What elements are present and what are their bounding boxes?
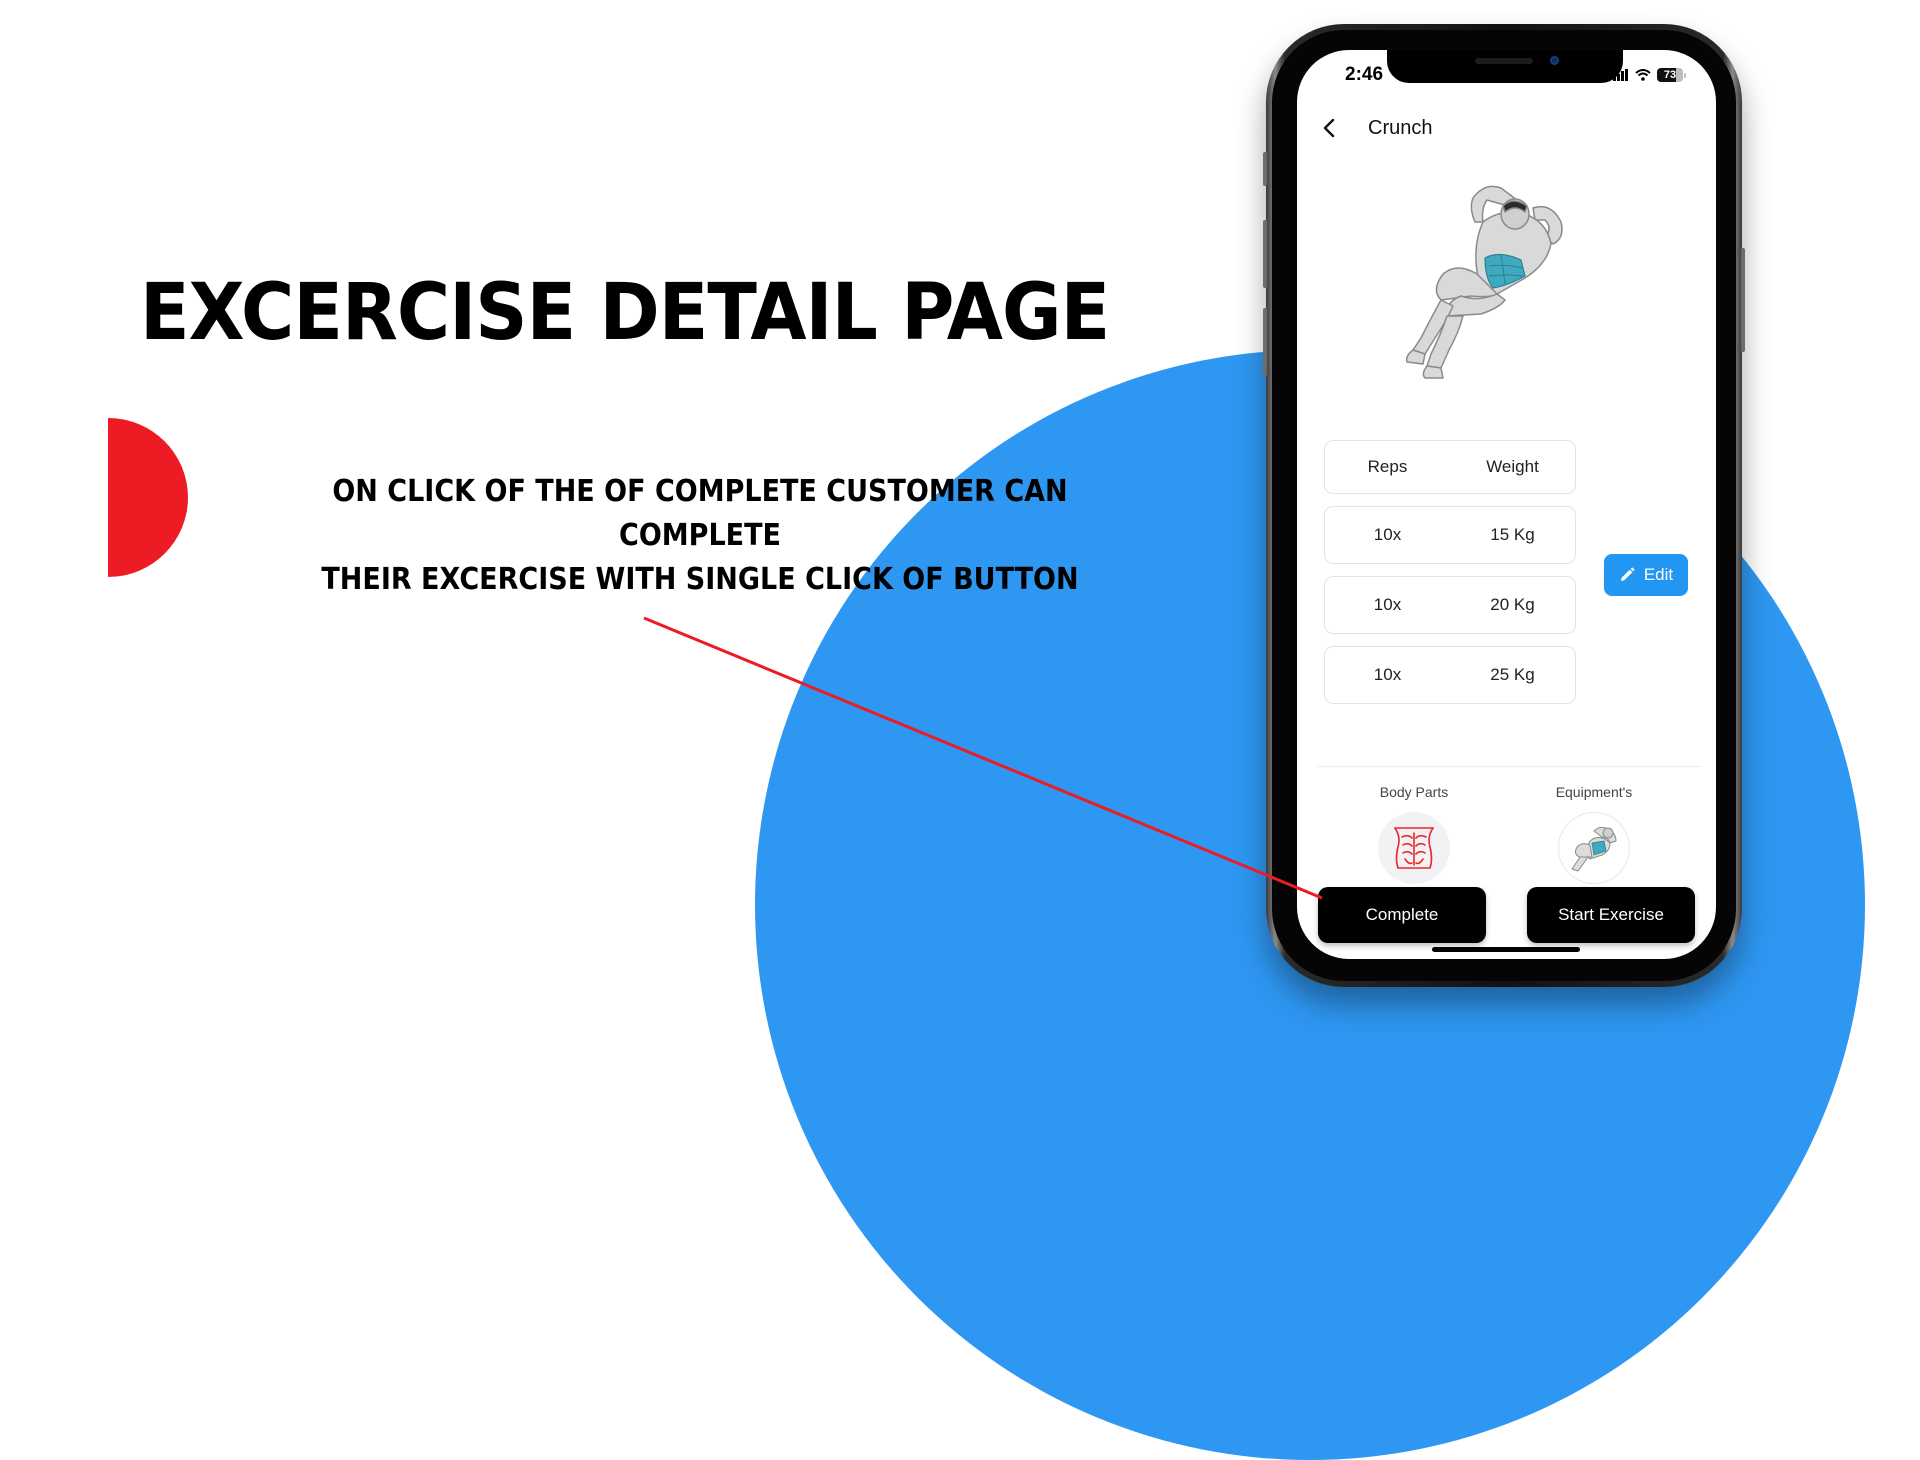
page-title: Crunch [1368,116,1433,139]
set-row[interactable]: 10x 25 Kg [1324,646,1576,704]
mute-switch [1263,152,1267,186]
battery-level: 73 [1663,69,1677,81]
edit-label: Edit [1643,565,1674,584]
pencil-icon [1620,567,1635,581]
start-exercise-button[interactable]: Start Exercise [1527,887,1695,943]
crunch-figure-image [1405,185,1563,379]
set-reps: 10x [1373,595,1402,614]
set-row[interactable]: 10x 20 Kg [1324,576,1576,634]
wifi-icon [1635,69,1651,81]
complete-button[interactable]: Complete [1318,887,1486,943]
status-time: 2:46 [1345,64,1384,85]
set-row[interactable]: 10x 15 Kg [1324,506,1576,564]
edit-button[interactable]: Edit [1604,554,1688,596]
header-reps: Reps [1367,457,1408,476]
body-parts-button[interactable] [1378,812,1450,884]
volume-down-button [1263,308,1267,376]
set-weight: 25 Kg [1490,665,1535,684]
sets-table: Reps Weight 10x 15 Kg 10x 20 Kg 10x 25 K… [1324,440,1576,716]
section-divider [1317,766,1702,767]
abs-icon [1394,827,1434,869]
signal-icon [1613,69,1628,81]
app-screen: 2:46 73 Crunch Reps Weight 10x 15 Kg 10x… [1297,50,1716,959]
crunch-thumbnail-icon [1571,826,1617,872]
phone-mockup: 2:46 73 Crunch Reps Weight 10x 15 Kg 10x… [1263,24,1745,987]
body-parts-label: Body Parts [1379,784,1449,800]
set-weight: 15 Kg [1490,525,1535,544]
back-button[interactable] [1317,116,1341,140]
set-reps: 10x [1373,665,1402,684]
battery-icon: 73 [1657,68,1683,82]
red-decorative-half-circle [108,418,188,577]
nav-bar: Crunch [1317,116,1432,140]
caption-line-1: ON CLICK OF THE OF COMPLETE CUSTOMER CAN… [332,474,1068,553]
caption-line-2: THEIR EXCERCISE WITH SINGLE CLICK OF BUT… [321,562,1079,597]
status-icons: 73 [1613,68,1686,82]
set-weight: 20 Kg [1490,595,1535,614]
chevron-left-icon [1323,118,1335,138]
equipment-button[interactable] [1558,812,1630,884]
set-reps: 10x [1373,525,1402,544]
sets-header-row: Reps Weight [1324,440,1576,494]
volume-up-button [1263,220,1267,288]
slide-caption: ON CLICK OF THE OF COMPLETE CUSTOMER CAN… [250,470,1150,602]
power-button [1741,248,1745,352]
slide-headline: EXCERCISE DETAIL PAGE [140,268,1110,358]
battery-tip [1684,72,1686,78]
front-camera [1550,56,1559,65]
equipment-label: Equipment's [1555,784,1633,800]
header-weight: Weight [1486,457,1539,476]
home-indicator [1432,947,1580,952]
body-parts-section: Body Parts [1354,784,1474,884]
speaker [1475,58,1533,64]
equipment-section: Equipment's [1534,784,1654,884]
notch [1387,50,1623,83]
